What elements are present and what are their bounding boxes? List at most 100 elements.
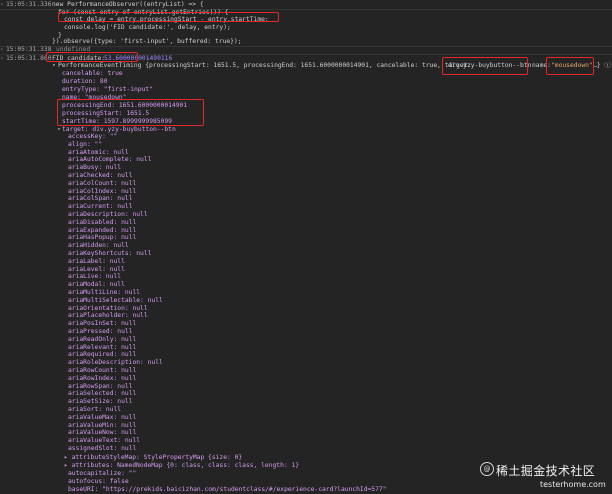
target-prop-row: ariaModal: null	[0, 281, 612, 289]
target-prop-row: accessKey: ""	[0, 133, 612, 141]
target-prop-row: ariaSelected: null	[0, 390, 612, 398]
target-prop-row: ariaChecked: null	[0, 172, 612, 180]
target-prop: ariaRowIndex: null	[68, 374, 137, 382]
target-prop-row: ariaReadOnly: null	[0, 336, 612, 344]
timestamp: 15:05:31.338	[6, 46, 52, 53]
target-prop: ariaLabel: null	[68, 257, 125, 265]
highlight-delay-line	[58, 12, 279, 22]
target-prop: ariaChecked: null	[68, 172, 133, 179]
target-prop: ariaColIndex: null	[68, 187, 137, 195]
collapse-triangle-icon[interactable]: ▾	[52, 62, 56, 70]
prop-autofocus: autofocus: false	[68, 478, 129, 485]
target-prop: ariaSelected: null	[68, 390, 137, 398]
prop-attributes: ▸ attributes: NamedNodeMap {0: class, cl…	[64, 462, 300, 469]
target-prop: ariaColSpan: null	[68, 195, 133, 203]
target-prop: ariaPressed: null	[68, 328, 133, 335]
target-prop-row: ariaBusy: null	[0, 164, 612, 172]
target-prop: ariaPosInSet: null	[68, 320, 137, 328]
target-prop: ariaValueNow: null	[68, 429, 137, 437]
target-prop-row: ariaColSpan: null	[0, 195, 612, 203]
target-prop-row: ariaRelevant: null	[0, 344, 612, 352]
target-prop: ariaSort: null	[68, 406, 122, 413]
prop-cancelable: cancelable: true	[62, 70, 123, 77]
prop-row: entryType: "first-input"	[0, 86, 612, 94]
highlight-fid-candidate	[46, 52, 138, 62]
target-prop: ariaValueMax: null	[68, 413, 137, 421]
target-prop-row: ariaExpanded: null	[0, 227, 612, 235]
juejin-logo-icon: @	[480, 462, 494, 476]
target-prop: ariaRelevant: null	[68, 343, 137, 351]
result-arrow-icon: ‹	[0, 46, 4, 53]
target-prop-row: ariaValueMax: null	[0, 414, 612, 422]
code-line: console.log('FID candidate:', delay, ent…	[64, 24, 231, 31]
target-prop: ariaLevel: null	[68, 265, 125, 273]
target-prop: ariaCurrent: null	[68, 203, 133, 211]
prop-duration: duration: 80	[62, 78, 108, 85]
target-prop-row: ariaValueMin: null	[0, 422, 612, 430]
target-prop-row: ariaDescription: null	[0, 211, 612, 219]
highlight-target	[442, 57, 528, 75]
target-prop: align: ""	[68, 140, 103, 148]
code-line: new PerformanceObserver((entryList) => {	[52, 1, 204, 8]
summary-tail: …} ⓘ	[593, 62, 611, 69]
target-prop: ariaOrientation: null	[68, 304, 148, 312]
target-prop-row: ariaRequired: null	[0, 351, 612, 359]
watermark-site: testerhome.com	[540, 480, 606, 489]
target-prop: ariaValueMin: null	[68, 421, 137, 429]
target-prop-row: ariaLevel: null	[0, 266, 612, 274]
target-prop-row: ariaHidden: null	[0, 242, 612, 250]
target-prop: ariaPlaceholder: null	[68, 312, 148, 320]
target-prop: ariaRoleDescription: null	[68, 359, 163, 367]
target-prop-row: ariaPosInSet: null	[0, 320, 612, 328]
target-prop-row: ariaRoleDescription: null	[0, 359, 612, 367]
timestamp: 15:05:31.336	[6, 1, 52, 8]
prop-row: duration: 80	[0, 78, 612, 86]
target-prop-row: assignedSlot: null	[0, 445, 612, 453]
target-prop: ariaHasPopup: null	[68, 234, 137, 242]
target-prop-row: ariaPlaceholder: null	[0, 312, 612, 320]
watermark: @ 稀土掘金技术社区 testerhome.com	[480, 458, 610, 492]
target-prop-row: ariaRowCount: null	[0, 367, 612, 375]
target-prop-row: ariaRowIndex: null	[0, 375, 612, 383]
target-prop: ariaKeyShortcuts: null	[68, 250, 152, 257]
prop-attributestylemap: ▸ attributeStyleMap: StylePropertyMap {s…	[64, 454, 243, 461]
target-prop: accessKey: ""	[68, 133, 118, 140]
target-prop-row: ariaValueText: null	[0, 437, 612, 445]
console-panel: › 15:05:31.336 new PerformanceObserver((…	[0, 0, 612, 493]
target-prop-row: ariaHasPopup: null	[0, 234, 612, 242]
target-prop-row: ariaValueNow: null	[0, 429, 612, 437]
target-prop: assignedSlot: null	[68, 445, 137, 452]
target-prop: ariaExpanded: null	[68, 226, 137, 234]
watermark-text: 稀土掘金技术社区	[496, 464, 596, 478]
target-prop-row: ariaLive: null	[0, 273, 612, 281]
prop-entrytype: entryType: "first-input"	[62, 86, 153, 93]
target-prop-row: ariaKeyShortcuts: null	[0, 250, 612, 258]
target-prop-row: ariaDisabled: null	[0, 219, 612, 227]
target-prop-row: ariaMultiSelectable: null	[0, 297, 612, 305]
target-prop: ariaRequired: null	[68, 351, 137, 359]
target-prop: ariaDescription: null	[68, 211, 148, 218]
prop-autocapitalize: autocapitalize: ""	[68, 470, 137, 477]
target-prop: ariaSetSize: null	[68, 398, 133, 406]
target-prop-row: ariaAutoComplete: null	[0, 156, 612, 164]
target-prop: ariaValueText: null	[68, 437, 141, 445]
target-prop: ariaLive: null	[68, 273, 122, 281]
target-prop: ariaMultiSelectable: null	[68, 296, 163, 304]
target-prop-row: ariaColIndex: null	[0, 188, 612, 196]
target-prop-row: align: ""	[0, 141, 612, 149]
target-prop: ariaModal: null	[68, 281, 125, 289]
highlight-timing-props	[57, 99, 204, 126]
highlight-name	[546, 57, 594, 75]
code-line: }).observe({type: 'first-input', buffere…	[52, 38, 242, 45]
target-prop-row: ariaAtomic: null	[0, 149, 612, 157]
target-prop-row: ariaPressed: null	[0, 328, 612, 336]
target-prop: ariaHidden: null	[68, 242, 129, 250]
code-row: console.log('FID candidate:', delay, ent…	[0, 24, 612, 32]
target-prop-row: ariaLabel: null	[0, 258, 612, 266]
target-prop: ariaBusy: null	[68, 164, 122, 172]
target-prop-row: ariaSetSize: null	[0, 398, 612, 406]
target-prop-row: ariaOrientation: null	[0, 305, 612, 313]
target-prop: ariaRowCount: null	[68, 367, 137, 374]
target-prop-row: ariaMultiLine: null	[0, 289, 612, 297]
target-prop: ariaReadOnly: null	[68, 335, 137, 343]
